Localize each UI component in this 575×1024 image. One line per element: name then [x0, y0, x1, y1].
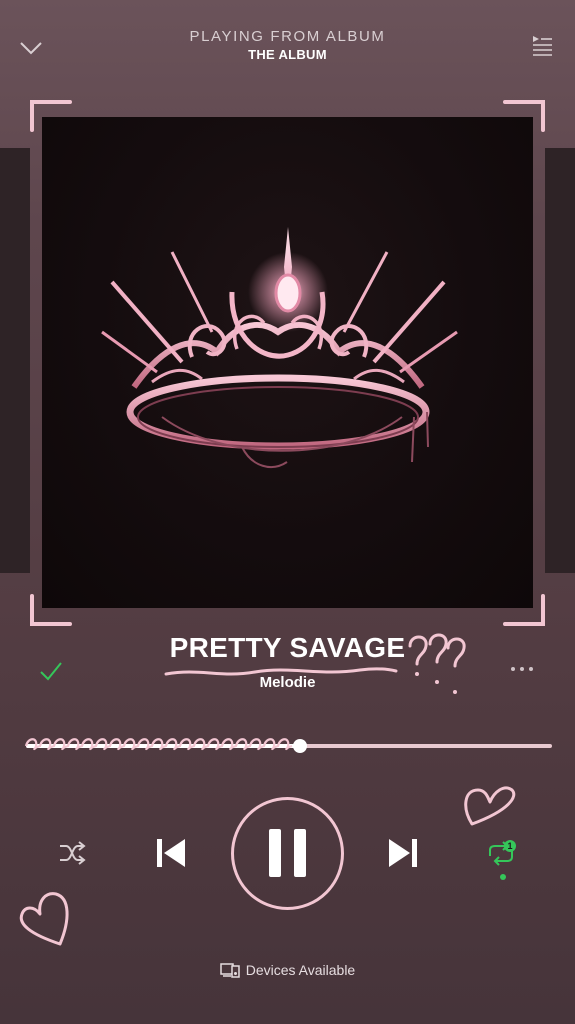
frame-corner-bottom-left	[30, 594, 72, 626]
queue-icon[interactable]	[531, 34, 553, 56]
pause-button[interactable]	[231, 797, 344, 910]
devices-label: Devices Available	[245, 962, 356, 978]
repeat-active-indicator	[500, 874, 506, 880]
next-track-button[interactable]	[384, 834, 422, 872]
heart-doodle-left	[19, 892, 69, 946]
pause-icon	[269, 829, 306, 877]
frame-corner-top-right	[503, 100, 545, 132]
playing-from-label: PLAYING FROM ALBUM	[189, 28, 386, 45]
next-cover-peek[interactable]	[545, 148, 575, 573]
frame-corner-bottom-right	[503, 594, 545, 626]
now-playing-screen: PLAYING FROM ALBUM THE ALBUM PRETTY SAVA…	[0, 0, 575, 1024]
album-cover	[42, 117, 533, 608]
shuffle-icon[interactable]	[58, 840, 86, 866]
devices-icon	[220, 963, 240, 978]
previous-cover-peek[interactable]	[0, 148, 30, 573]
devices-available[interactable]: Devices Available	[0, 962, 575, 978]
frame-corner-top-left	[30, 100, 72, 132]
previous-track-button[interactable]	[152, 834, 190, 872]
progress-squiggle-doodle	[24, 738, 293, 751]
crown-artwork	[101, 227, 458, 468]
repeat-one-icon[interactable]: 1	[484, 838, 518, 868]
more-options-icon[interactable]	[509, 664, 535, 674]
progress-handle[interactable]	[292, 739, 307, 753]
track-artist[interactable]: Melodie	[0, 674, 575, 691]
progress-squiggle-path	[24, 738, 293, 751]
heart-doodle-right	[464, 786, 516, 826]
album-name[interactable]: THE ALBUM	[0, 47, 575, 62]
repeat-badge: 1	[507, 841, 512, 851]
